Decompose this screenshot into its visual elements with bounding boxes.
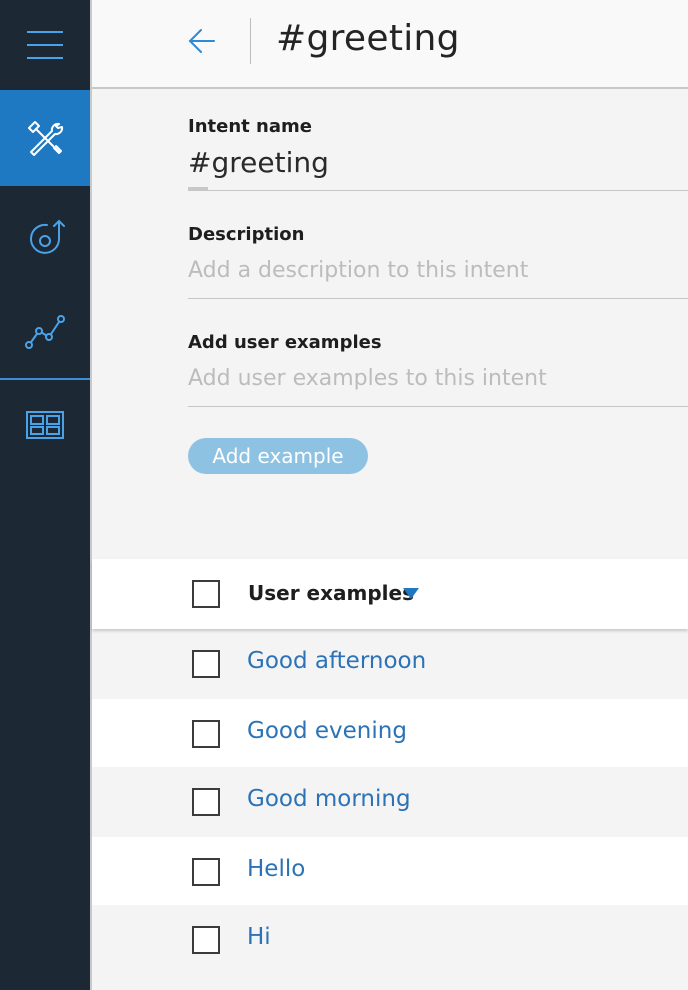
sidebar-item-catalog[interactable] (0, 380, 90, 470)
sort-down-icon[interactable] (403, 588, 419, 599)
intent-name-value: #greeting (188, 146, 329, 179)
row-checkbox[interactable] (192, 926, 220, 954)
row-example-link[interactable]: Good evening (247, 718, 407, 744)
description-placeholder: Add a description to this intent (188, 258, 529, 283)
add-example-button[interactable]: Add example (188, 438, 368, 474)
row-checkbox[interactable] (192, 788, 220, 816)
sidebar-item-dialog[interactable] (0, 190, 90, 284)
text-cursor (188, 187, 208, 190)
table-row: Good afternoon (92, 629, 688, 699)
user-examples-placeholder: Add user examples to this intent (188, 366, 547, 391)
table-row: Good evening (92, 699, 688, 769)
sidebar-item-analytics[interactable] (0, 286, 90, 378)
header-divider (250, 18, 251, 64)
table-row: Good morning (92, 767, 688, 837)
page-title: #greeting (276, 18, 460, 59)
row-example-link[interactable]: Good morning (247, 786, 411, 812)
row-checkbox[interactable] (192, 650, 220, 678)
column-header-user-examples[interactable]: User examples (248, 581, 414, 605)
sidebar-item-skills[interactable] (0, 90, 90, 186)
catalog-icon (26, 411, 64, 439)
hamburger-icon (27, 31, 63, 59)
intent-name-field[interactable]: #greeting (188, 146, 688, 191)
table-row: Hello (92, 837, 688, 907)
description-label: Description (188, 224, 305, 245)
app: #greeting Intent name #greeting Descript… (0, 0, 688, 990)
description-field[interactable]: Add a description to this intent (188, 258, 688, 299)
tools-icon (28, 121, 64, 156)
back-button[interactable] (188, 26, 216, 56)
sidebar (0, 0, 90, 990)
row-example-link[interactable]: Hi (247, 924, 271, 950)
flow-icon (30, 219, 65, 254)
arrow-left-icon (188, 29, 215, 53)
row-example-link[interactable]: Good afternoon (247, 648, 426, 674)
select-all-checkbox[interactable] (192, 580, 220, 608)
row-checkbox[interactable] (192, 858, 220, 886)
analytics-icon (25, 315, 65, 349)
user-examples-label: Add user examples (188, 332, 382, 353)
intent-name-label: Intent name (188, 116, 312, 137)
table-header: User examples (92, 559, 688, 629)
user-examples-field[interactable]: Add user examples to this intent (188, 366, 688, 407)
row-checkbox[interactable] (192, 720, 220, 748)
row-example-link[interactable]: Hello (247, 856, 305, 882)
table-row: Hi (92, 905, 688, 975)
menu-button[interactable] (0, 0, 90, 90)
page-header: #greeting (92, 0, 688, 89)
